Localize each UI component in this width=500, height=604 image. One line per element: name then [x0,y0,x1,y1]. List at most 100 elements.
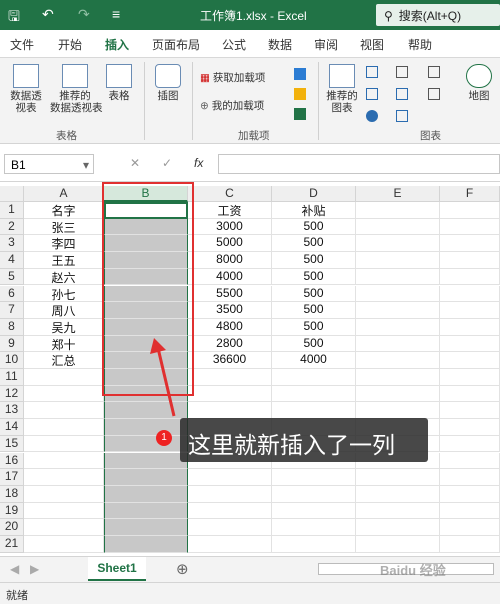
cell-f4[interactable] [440,252,500,269]
row-header[interactable]: 18 [0,485,24,503]
column-header-e[interactable]: E [356,186,440,202]
save-icon[interactable]: 🖫 [8,6,20,30]
cell-d3[interactable]: 500 [272,235,356,253]
name-box[interactable]: B1 ▾ [4,154,94,174]
cell-e8[interactable] [356,318,440,336]
cell-b15[interactable] [104,435,188,453]
cell-d20[interactable] [272,519,356,536]
recommended-charts-button[interactable]: 推荐的 图表 [324,64,360,114]
row-header[interactable]: 2 [0,218,24,236]
row-header[interactable]: 6 [0,285,24,303]
undo-icon[interactable]: ↶ [42,6,54,23]
row-header[interactable]: 3 [0,235,24,253]
combo-chart-icon[interactable] [428,88,440,100]
line-chart-icon[interactable] [366,88,378,100]
column-header-d[interactable]: D [272,186,356,202]
cell-a8[interactable]: 吴九 [24,318,104,336]
row-header[interactable]: 17 [0,469,24,486]
cell-a16[interactable] [24,452,104,470]
cell-f6[interactable] [440,285,500,303]
get-addins-button[interactable]: ▦ 获取加载项 [200,70,265,85]
cell-c5[interactable]: 4000 [188,268,272,286]
insert-function-icon[interactable]: fx [194,156,203,170]
cell-c6[interactable]: 5500 [188,285,272,303]
cell-d7[interactable]: 500 [272,302,356,319]
cell-c9[interactable]: 2800 [188,335,272,353]
select-all-corner[interactable] [0,186,24,202]
cell-a9[interactable]: 郑十 [24,335,104,353]
cell-c12[interactable] [188,385,272,403]
cell-d12[interactable] [272,385,356,403]
tab-review[interactable]: 审阅 [314,36,338,53]
cell-a3[interactable]: 李四 [24,235,104,253]
cell-f13[interactable] [440,402,500,420]
tab-data[interactable]: 数据 [268,36,292,53]
cell-e4[interactable] [356,252,440,269]
tab-home[interactable]: 开始 [58,36,82,53]
cell-a10[interactable]: 汇总 [24,352,104,369]
visio-icon[interactable] [294,68,306,80]
cell-e19[interactable] [356,502,440,520]
cell-d6[interactable]: 500 [272,285,356,303]
row-header[interactable]: 19 [0,502,24,520]
cell-f3[interactable] [440,235,500,253]
pivot-table-button[interactable]: 数据透 视表 [6,64,46,114]
cell-e20[interactable] [356,519,440,536]
cell-d13[interactable] [272,402,356,420]
tab-view[interactable]: 视图 [360,36,384,53]
cell-f11[interactable] [440,369,500,386]
row-header[interactable]: 5 [0,268,24,286]
cell-f12[interactable] [440,385,500,403]
cell-f20[interactable] [440,519,500,536]
cell-f9[interactable] [440,335,500,353]
column-header-c[interactable]: C [188,186,272,202]
prev-sheet-icon[interactable]: ◀ [10,562,19,576]
cell-d9[interactable]: 500 [272,335,356,353]
cell-e18[interactable] [356,485,440,503]
cell-c2[interactable]: 3000 [188,218,272,236]
cell-a13[interactable] [24,402,104,420]
cell-a12[interactable] [24,385,104,403]
cell-a19[interactable] [24,502,104,520]
cell-d5[interactable]: 500 [272,268,356,286]
cell-c10[interactable]: 36600 [188,352,272,369]
cell-e10[interactable] [356,352,440,369]
cancel-icon[interactable]: ✕ [130,156,140,170]
hierarchy-chart-icon[interactable] [396,66,408,78]
row-header[interactable]: 8 [0,318,24,336]
cell-f5[interactable] [440,268,500,286]
cell-c4[interactable]: 8000 [188,252,272,269]
cell-f18[interactable] [440,485,500,503]
cell-f17[interactable] [440,469,500,486]
cell-a21[interactable] [24,536,104,553]
cell-f2[interactable] [440,218,500,236]
cell-c1[interactable]: 工资 [188,202,272,219]
cell-a20[interactable] [24,519,104,536]
cell-f19[interactable] [440,502,500,520]
tab-insert[interactable]: 插入 [105,36,130,61]
search-box[interactable]: ⚲ 搜索(Alt+Q) [376,4,500,26]
cell-c11[interactable] [188,369,272,386]
worksheet-grid[interactable]: A B C D E F 1 名字 工资 补贴 2 张三 3000 500 3 李四 5000 500 4 王五 8000… [0,186,500,556]
cell-e3[interactable] [356,235,440,253]
cell-e5[interactable] [356,268,440,286]
cell-d8[interactable]: 500 [272,318,356,336]
cell-c18[interactable] [188,485,272,503]
cell-d1[interactable]: 补贴 [272,202,356,219]
cell-c20[interactable] [188,519,272,536]
cell-e6[interactable] [356,285,440,303]
cell-a14[interactable] [24,419,104,436]
cell-a2[interactable]: 张三 [24,218,104,236]
cell-e17[interactable] [356,469,440,486]
row-header[interactable]: 10 [0,352,24,369]
maps-button[interactable]: 地图 [462,64,496,102]
cell-f15[interactable] [440,435,500,453]
cell-f16[interactable] [440,452,500,470]
tab-page-layout[interactable]: 页面布局 [152,36,200,53]
next-sheet-icon[interactable]: ▶ [30,562,39,576]
table-button[interactable]: 表格 [104,64,134,102]
formula-input[interactable] [218,154,500,174]
add-sheet-icon[interactable]: ⊕ [176,560,189,578]
cell-e12[interactable] [356,385,440,403]
sheet-tab-sheet1[interactable]: Sheet1 [88,557,146,581]
